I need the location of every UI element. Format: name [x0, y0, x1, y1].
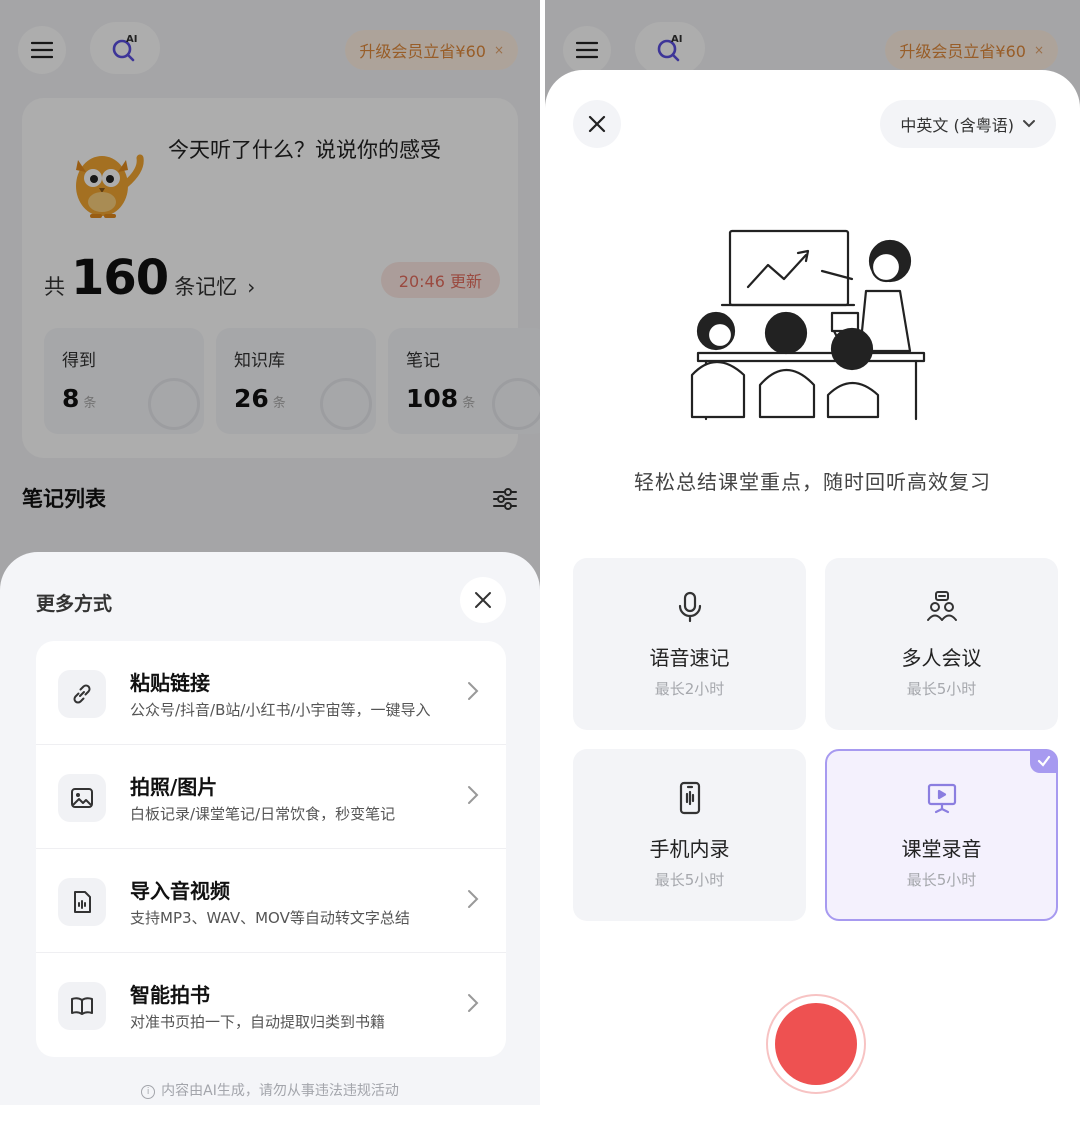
option-title: 粘贴链接: [130, 671, 210, 695]
chevron-right-icon: [468, 682, 479, 700]
recording-mode-sheet: 中英文 (含粤语) 轻松总结课堂重点，随时回听高效复习 语音速记 最长2小时 多…: [545, 70, 1080, 1105]
classroom-illustration: [690, 229, 926, 421]
import-options-list: 粘贴链接 公众号/抖音/B站/小红书/小宇宙等，一键导入 拍照/图片 白板记录/…: [36, 641, 506, 1057]
language-select[interactable]: 中英文 (含粤语): [880, 100, 1056, 148]
option-description: 支持MP3、WAV、MOV等自动转文字总结: [130, 909, 410, 927]
phone-record-icon: [575, 781, 804, 817]
mode-title: 课堂录音: [901, 837, 982, 861]
option-title: 智能拍书: [130, 983, 210, 1007]
link-icon: [58, 670, 106, 718]
mode-duration: 最长5小时: [906, 680, 977, 698]
option-photo-image[interactable]: 拍照/图片 白板记录/课堂笔记/日常饮食，秒变笔记: [36, 745, 506, 849]
more-options-sheet: 更多方式 粘贴链接 公众号/抖音/B站/小红书/小宇宙等，一键导入 拍照/图片 …: [0, 552, 540, 1105]
sheet-title: 更多方式: [36, 593, 113, 615]
book-icon: [58, 982, 106, 1030]
mode-multi-person-meeting[interactable]: 多人会议 最长5小时: [825, 558, 1058, 730]
ai-disclaimer: i 内容由AI生成，请勿从事违法违规活动: [0, 1080, 540, 1100]
presentation-icon: [827, 781, 1056, 817]
mode-duration: 最长2小时: [654, 680, 725, 698]
check-icon: [1030, 749, 1058, 773]
close-button[interactable]: [573, 100, 621, 148]
mode-title: 手机内录: [649, 837, 730, 861]
mode-voice-memo[interactable]: 语音速记 最长2小时: [573, 558, 806, 730]
option-smart-book-scan[interactable]: 智能拍书 对准书页拍一下，自动提取归类到书籍: [36, 953, 506, 1057]
mode-phone-internal-recording[interactable]: 手机内录 最长5小时: [573, 749, 806, 921]
mode-tagline: 轻松总结课堂重点，随时回听高效复习: [634, 470, 991, 494]
info-icon: i: [141, 1085, 156, 1099]
option-description: 公众号/抖音/B站/小红书/小宇宙等，一键导入: [130, 701, 431, 719]
option-title: 拍照/图片: [130, 775, 218, 799]
close-icon: [588, 115, 606, 133]
close-icon: [475, 592, 491, 608]
record-button[interactable]: [766, 994, 866, 1094]
chevron-right-icon: [468, 890, 479, 908]
chevron-down-icon: [1023, 120, 1035, 128]
right-screen: AI 升级会员立省¥60 × 中英文 (含粤语) 轻松总结课堂重点，随时回听高效…: [545, 0, 1080, 1105]
audio-file-icon: [58, 878, 106, 926]
sheet-close-button[interactable]: [460, 577, 506, 623]
image-icon: [58, 774, 106, 822]
record-circle: [775, 1003, 857, 1085]
mode-duration: 最长5小时: [654, 871, 725, 889]
option-description: 对准书页拍一下，自动提取归类到书籍: [130, 1013, 386, 1031]
mode-title: 语音速记: [649, 646, 730, 670]
microphone-icon: [575, 590, 804, 626]
mode-duration: 最长5小时: [906, 871, 977, 889]
mode-title: 多人会议: [901, 646, 982, 670]
left-screen: AI 升级会员立省¥60 × 今天听了什么？说说你的感受 共 160 条记忆 ›…: [0, 0, 540, 1105]
option-description: 白板记录/课堂笔记/日常饮食，秒变笔记: [130, 805, 396, 823]
people-icon: [827, 590, 1056, 626]
language-label: 中英文 (含粤语): [900, 116, 1014, 135]
chevron-right-icon: [468, 786, 479, 804]
chevron-right-icon: [468, 994, 479, 1012]
option-import-audio-video[interactable]: 导入音视频 支持MP3、WAV、MOV等自动转文字总结: [36, 849, 506, 953]
mode-classroom-recording[interactable]: 课堂录音 最长5小时: [825, 749, 1058, 921]
option-title: 导入音视频: [130, 879, 230, 903]
option-paste-link[interactable]: 粘贴链接 公众号/抖音/B站/小红书/小宇宙等，一键导入: [36, 641, 506, 745]
